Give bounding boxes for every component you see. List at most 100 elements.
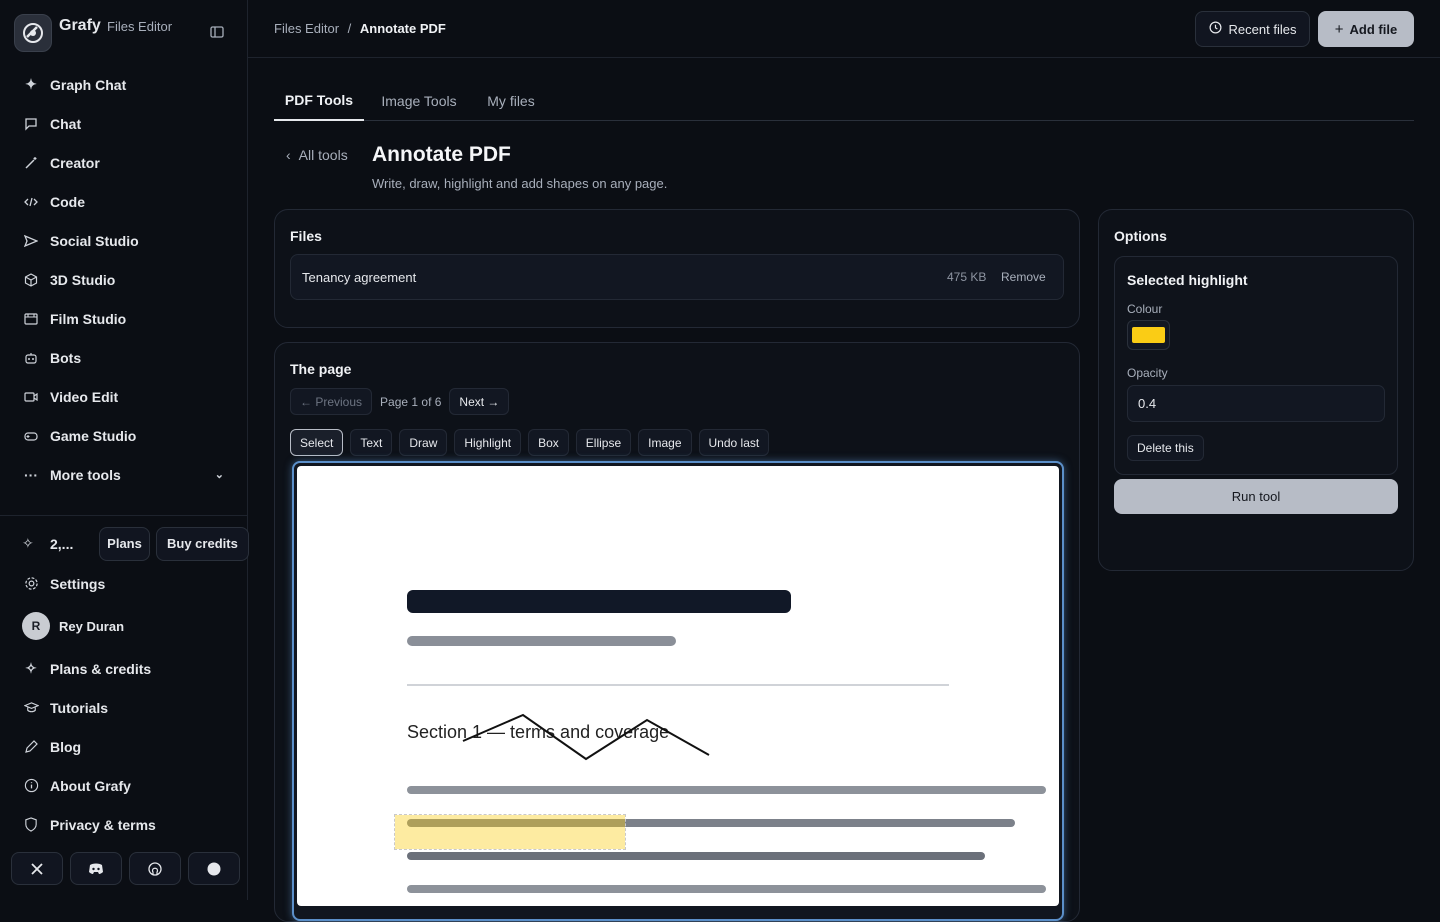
sidebar-item-video-edit[interactable]: Video Edit [0,377,248,416]
back-label: All tools [298,147,348,163]
gamepad-icon [22,427,40,445]
sidebar-item-label: Social Studio [50,232,139,249]
all-tools-back-link[interactable]: ‹ All tools [286,147,348,163]
sidebar: Grafy Files Editor ✦ Graph Chat Chat Crea… [0,0,249,900]
page-indicator: Page 1 of 6 [380,394,442,409]
sidebar-item-label: Chat [50,115,82,132]
code-icon [22,193,40,211]
graduation-cap-icon [22,699,40,717]
sidebar-item-label: 3D Studio [50,271,116,288]
sidebar-collapse-icon[interactable] [210,25,226,41]
sidebar-item-bots[interactable]: Bots [0,338,248,377]
chat-icon [22,115,40,133]
sidebar-item-game-studio[interactable]: Game Studio [0,416,248,455]
sidebar-item-label: Tutorials [50,699,109,716]
sidebar-lower: Settings R Rey Duran ✧ Plans & credits Tut… [0,564,248,844]
sidebar-item-privacy[interactable]: Privacy & terms [0,805,248,844]
colour-swatch[interactable] [1127,320,1170,350]
user-profile[interactable]: R Rey Duran [0,603,248,649]
wand-icon [22,154,40,172]
page-heading: The page [290,361,352,377]
shield-icon [22,816,40,834]
sidebar-item-more-tools[interactable]: ··· More tools ⌄ [0,455,248,494]
sidebar-item-chat[interactable]: Chat [0,104,248,143]
tool-ellipse-button[interactable]: Ellipse [575,429,632,456]
sidebar-item-label: Blog [50,738,82,755]
chevron-left-icon: ‹ [286,147,291,163]
plans-button[interactable]: Plans [99,526,150,561]
grafy-logo-icon [14,14,52,52]
run-tool-button[interactable]: Run tool [1114,479,1398,514]
pdf-page[interactable]: Section 1 — terms and coverage [297,466,1059,906]
tool-image-button[interactable]: Image [638,429,692,456]
circle-icon[interactable] [188,852,240,885]
sidebar-item-plans-credits[interactable]: ✧ Plans & credits [0,649,248,688]
doc-text-line [407,786,1046,794]
sidebar-item-code[interactable]: Code [0,182,248,221]
sparkle-icon: ✧ [22,535,34,551]
send-icon [22,232,40,250]
film-icon [22,310,40,328]
breadcrumb-current: Annotate PDF [359,21,446,36]
sidebar-item-label: Film Studio [50,310,127,327]
pdf-canvas[interactable]: Section 1 — terms and coverage [292,461,1064,921]
github-icon[interactable] [129,852,181,885]
tool-highlight-button[interactable]: Highlight [454,429,522,456]
sidebar-item-label: Bots [50,349,82,366]
sidebar-item-tutorials[interactable]: Tutorials [0,688,248,727]
tool-text-button[interactable]: Text [350,429,393,456]
remove-file-button[interactable]: Remove [1001,270,1046,284]
plus-icon: + [1334,20,1344,38]
recent-files-button[interactable]: Recent files [1195,11,1310,47]
delete-annotation-button[interactable]: Delete this [1127,435,1204,461]
panel-title: Selected highlight [1127,272,1248,288]
chevron-down-icon: ⌄ [214,469,224,481]
breadcrumb-parent[interactable]: Files Editor [274,21,339,36]
brand-subtitle: Files Editor [107,19,173,34]
options-card: Options Selected highlight Colour Opacit… [1098,209,1414,571]
tab-image-tools[interactable]: Image Tools [374,80,464,121]
sidebar-item-label: Privacy & terms [50,816,156,833]
highlight-annotation[interactable] [394,814,626,850]
add-file-label: Add file [1349,21,1398,37]
recent-files-label: Recent files [1228,21,1297,37]
top-bar: Files Editor / Annotate PDF Recent files… [248,0,1440,58]
ellipsis-icon: ··· [24,466,38,483]
sidebar-item-creator[interactable]: Creator [0,143,248,182]
sidebar-item-settings[interactable]: Settings [0,564,248,603]
undo-last-button[interactable]: Undo last [698,429,770,456]
tab-my-files[interactable]: My files [480,80,542,121]
social-links [11,852,240,885]
buy-credits-button[interactable]: Buy credits [156,526,249,561]
discord-icon[interactable] [70,852,122,885]
tool-box-button[interactable]: Box [528,429,569,456]
x-icon[interactable] [11,852,63,885]
sidebar-item-label: Code [50,193,85,210]
next-page-button[interactable]: Next → [449,388,510,415]
pager: ← Previous Page 1 of 6 Next → [290,388,510,415]
file-row: Tenancy agreement 475 KB Remove [290,254,1064,300]
page-title: Annotate PDF [372,143,511,166]
tab-pdf-tools[interactable]: PDF Tools [274,80,364,121]
sidebar-item-label: Game Studio [50,427,137,444]
tool-select-button[interactable]: Select [290,429,344,456]
sidebar-item-label: Settings [50,575,106,592]
sidebar-item-label: Creator [50,154,100,171]
add-file-button[interactable]: + Add file [1318,11,1414,47]
sidebar-item-label: Graph Chat [50,76,127,93]
tool-draw-button[interactable]: Draw [399,429,448,456]
sidebar-item-film-studio[interactable]: Film Studio [0,299,248,338]
colour-swatch-fill [1132,327,1165,343]
sidebar-item-blog[interactable]: Blog [0,727,248,766]
sidebar-item-about[interactable]: About Grafy [0,766,248,805]
sidebar-item-3d-studio[interactable]: 3D Studio [0,260,248,299]
info-icon [22,777,40,795]
previous-page-button[interactable]: ← Previous [290,388,373,415]
opacity-input[interactable] [1127,385,1385,422]
brand[interactable]: Grafy Files Editor [14,14,172,52]
sidebar-item-graph-chat[interactable]: ✦ Graph Chat [0,65,248,104]
page-card: The page ← Previous Page 1 of 6 Next → S… [274,342,1080,922]
sidebar-item-label: Plans & credits [50,660,152,677]
sidebar-divider [0,515,248,516]
sidebar-item-social-studio[interactable]: Social Studio [0,221,248,260]
